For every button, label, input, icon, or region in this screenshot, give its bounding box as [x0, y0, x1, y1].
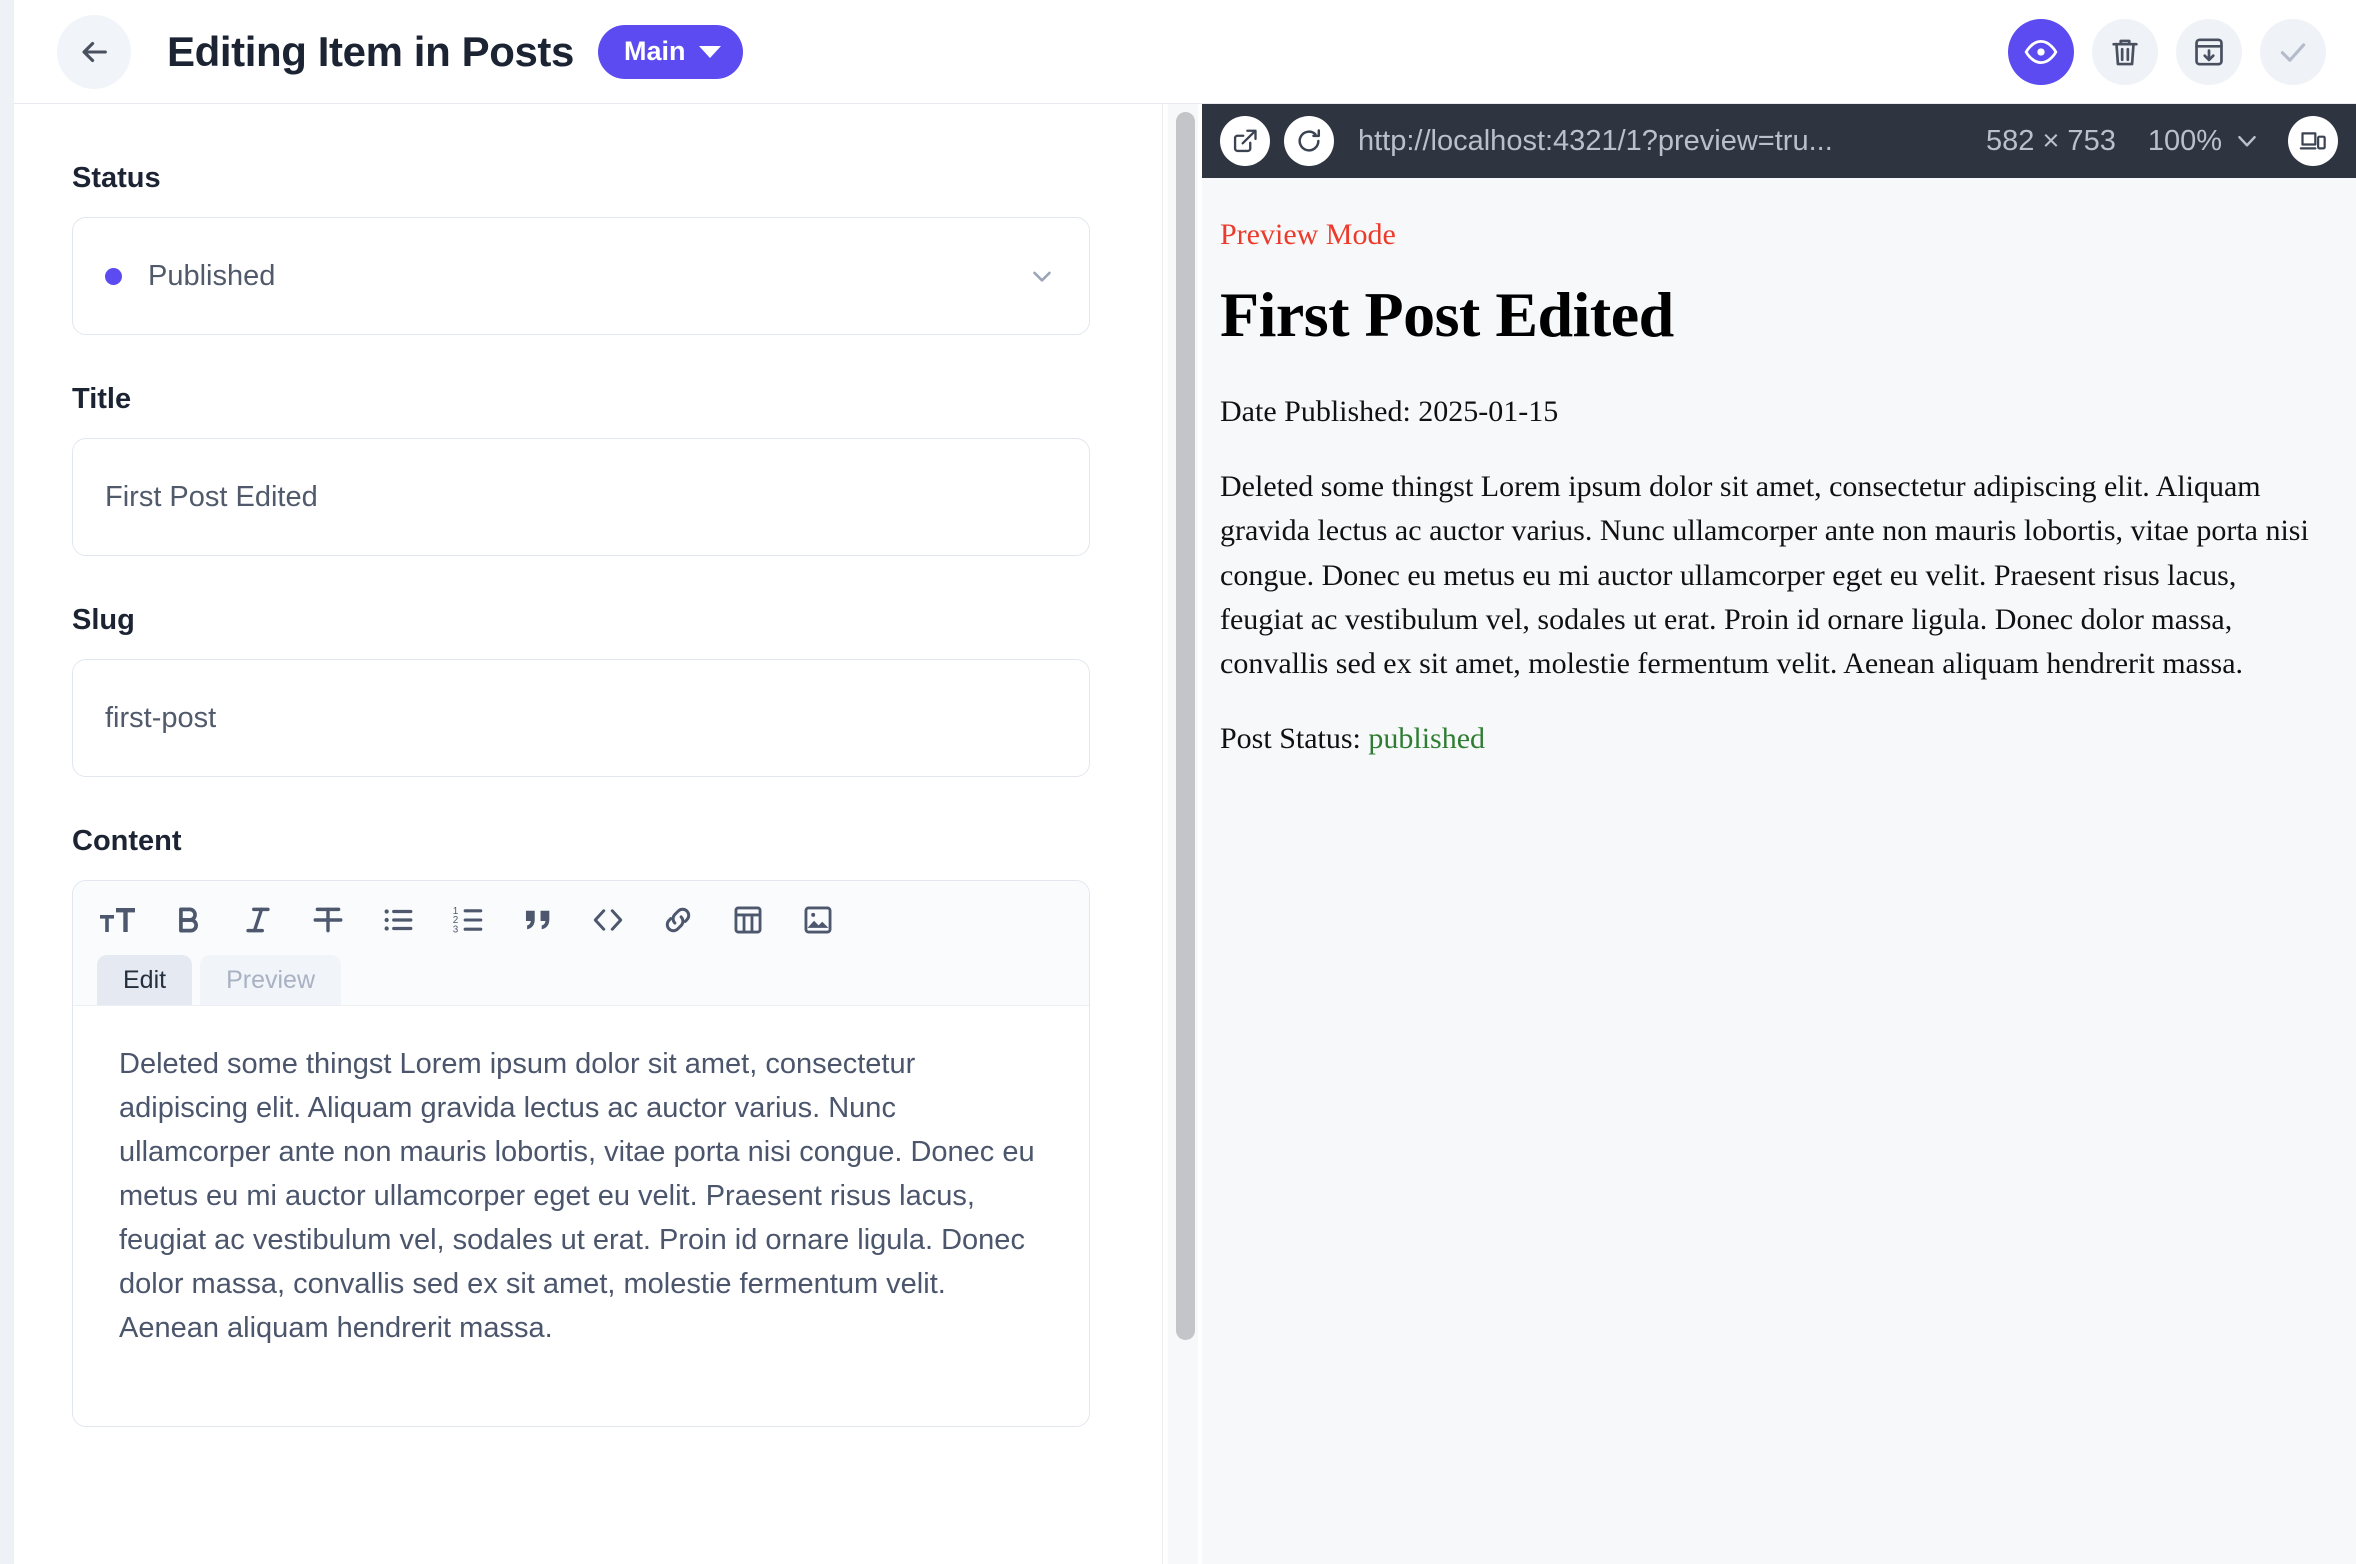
preview-post-title: First Post Edited: [1220, 280, 2312, 350]
tab-preview-label: Preview: [226, 966, 315, 995]
delete-button[interactable]: [2092, 19, 2158, 85]
field-slug: Slug first-post: [72, 604, 1104, 777]
status-select-value-group: Published: [105, 260, 275, 293]
heading-icon[interactable]: [97, 899, 139, 941]
status-label: Status: [72, 162, 1104, 195]
quote-icon[interactable]: [517, 899, 559, 941]
svg-text:3: 3: [453, 924, 459, 935]
bold-icon[interactable]: [167, 899, 209, 941]
chevron-down-icon: [2234, 128, 2260, 154]
external-link-icon: [1231, 127, 1259, 155]
status-select-value: Published: [148, 260, 275, 293]
markdown-editor: 1 2 3: [72, 880, 1090, 1427]
editor-mode-tabs: Edit Preview: [97, 955, 1065, 1005]
link-icon[interactable]: [657, 899, 699, 941]
tab-preview[interactable]: Preview: [200, 955, 341, 1005]
status-dot-icon: [105, 268, 122, 285]
chevron-down-icon: [1027, 261, 1057, 291]
ordered-list-icon[interactable]: 1 2 3: [447, 899, 489, 941]
item-form-panel: Status Published Title: [14, 104, 1162, 1564]
header-action-group: [2008, 19, 2326, 85]
field-status: Status Published: [72, 162, 1104, 335]
open-external-button[interactable]: [1220, 116, 1270, 166]
app-header: Editing Item in Posts Main: [14, 0, 2356, 104]
branch-selector[interactable]: Main: [598, 25, 744, 79]
content-label: Content: [72, 825, 1104, 858]
preview-document: Preview Mode First Post Edited Date Publ…: [1202, 178, 2356, 761]
editor-toolbar: 1 2 3: [73, 881, 1089, 1006]
editor-tool-icons: 1 2 3: [97, 899, 1065, 955]
trash-icon: [2108, 35, 2142, 69]
title-label: Title: [72, 383, 1104, 416]
tab-edit[interactable]: Edit: [97, 955, 192, 1005]
live-preview-panel: http://localhost:4321/1?preview=tru... 5…: [1202, 104, 2356, 1564]
back-button[interactable]: [57, 15, 131, 89]
title-input-value: First Post Edited: [105, 481, 318, 514]
field-title: Title First Post Edited: [72, 383, 1104, 556]
preview-post-status-value: published: [1368, 722, 1485, 755]
preview-post-status-label: Post Status:: [1220, 722, 1361, 755]
preview-toggle-button[interactable]: [2008, 19, 2074, 85]
editor-app: Editing Item in Posts Main: [0, 0, 2356, 1564]
save-draft-button[interactable]: [2176, 19, 2242, 85]
preview-body-text: Deleted some thingst Lorem ipsum dolor s…: [1220, 465, 2312, 687]
content-textarea[interactable]: Deleted some thingst Lorem ipsum dolor s…: [73, 1006, 1089, 1426]
slug-input-value: first-post: [105, 702, 216, 735]
preview-date-published: Date Published: 2025-01-15: [1220, 390, 2312, 434]
preview-post-status: Post Status: published: [1220, 717, 2312, 761]
content-paragraph-2: Aenean aliquam hendrerit massa.: [119, 1306, 1043, 1350]
code-icon[interactable]: [587, 899, 629, 941]
preview-zoom-select[interactable]: 100%: [2148, 125, 2260, 158]
image-icon[interactable]: [797, 899, 839, 941]
bullet-list-icon[interactable]: [377, 899, 419, 941]
publish-button[interactable]: [2260, 19, 2326, 85]
italic-icon[interactable]: [237, 899, 279, 941]
field-content: Content: [72, 825, 1104, 1427]
refresh-icon: [1295, 127, 1323, 155]
device-toggle-button[interactable]: [2288, 116, 2338, 166]
check-icon: [2276, 35, 2310, 69]
eye-icon: [2024, 35, 2058, 69]
tab-edit-label: Edit: [123, 966, 166, 995]
form-scrollbar-thumb[interactable]: [1176, 112, 1195, 1340]
strikethrough-icon[interactable]: [307, 899, 349, 941]
preview-zoom-value: 100%: [2148, 125, 2222, 158]
main-split-area: Status Published Title: [14, 104, 2356, 1564]
content-paragraph-1: Deleted some thingst Lorem ipsum dolor s…: [119, 1042, 1043, 1306]
title-input[interactable]: First Post Edited: [72, 438, 1090, 556]
arrow-left-icon: [77, 35, 111, 69]
status-select[interactable]: Published: [72, 217, 1090, 335]
preview-dimensions: 582 × 753: [1986, 125, 2116, 158]
branch-label: Main: [624, 36, 686, 67]
page-title: Editing Item in Posts: [167, 28, 574, 76]
table-icon[interactable]: [727, 899, 769, 941]
refresh-button[interactable]: [1284, 116, 1334, 166]
preview-toolbar: http://localhost:4321/1?preview=tru... 5…: [1202, 104, 2356, 178]
preview-url[interactable]: http://localhost:4321/1?preview=tru...: [1358, 125, 1972, 158]
chevron-down-icon: [699, 46, 721, 58]
preview-mode-banner: Preview Mode: [1220, 218, 2312, 252]
slug-label: Slug: [72, 604, 1104, 637]
slug-input[interactable]: first-post: [72, 659, 1090, 777]
archive-down-icon: [2192, 35, 2226, 69]
responsive-device-icon: [2299, 127, 2327, 155]
